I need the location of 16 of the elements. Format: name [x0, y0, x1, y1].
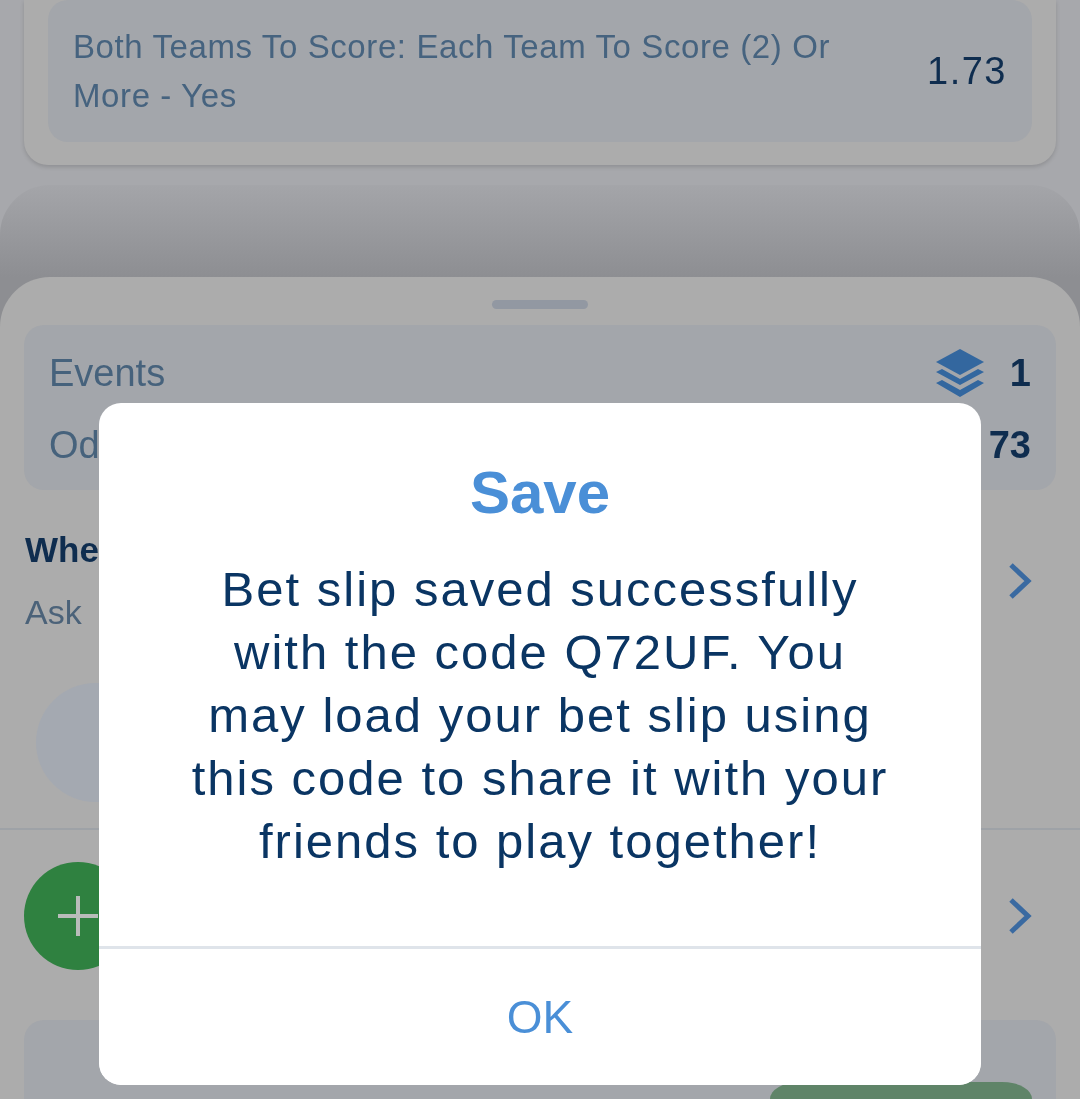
summary-value: 1 — [1009, 351, 1031, 395]
summary-label: Od — [49, 423, 100, 467]
chevron-right-icon — [1008, 897, 1032, 935]
chevron-right-icon — [1008, 562, 1032, 600]
summary-label: Events — [49, 351, 166, 395]
drag-handle[interactable] — [492, 300, 588, 309]
plus-icon — [58, 896, 98, 936]
layers-icon — [934, 348, 985, 398]
odds-value: 1.73 — [927, 49, 1007, 93]
dialog-title: Save — [469, 458, 611, 528]
dialog-message: Bet slip saved successfully with the code Q72UF. You may load your bet slip using this code to share it with your friends to play together! — [191, 561, 889, 870]
option-subtitle: Ask — [25, 592, 83, 633]
summary-value: 73 — [988, 423, 1031, 467]
selection-card[interactable]: Both Teams To Score: Each Team To Score (2) Or More - Yes 1.73 — [48, 0, 1032, 142]
selection-text: Both Teams To Score: Each Team To Score (2) Or More - Yes — [73, 27, 831, 116]
option-title: Whe — [25, 529, 99, 571]
